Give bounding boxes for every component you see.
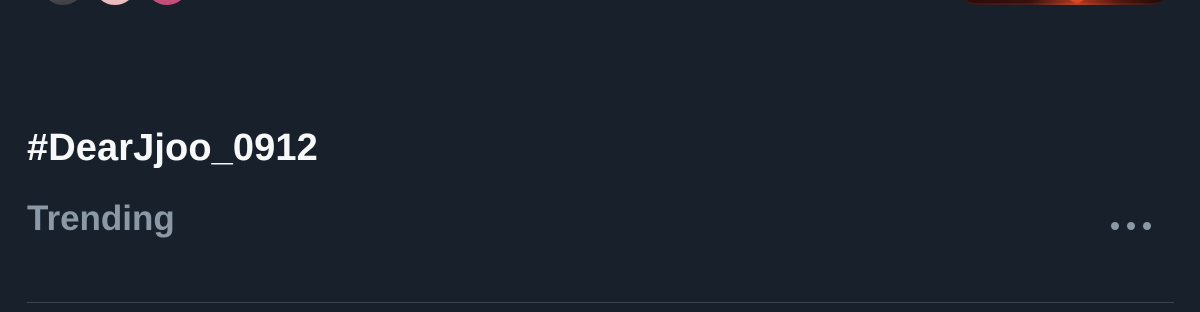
trending-screen: #DearJjoo_0912 Trending [0,0,1200,312]
avatar [38,0,88,8]
avatar-stack [38,0,208,8]
avatar [142,0,192,8]
trend-title: #DearJjoo_0912 [27,127,318,169]
divider [27,302,1174,303]
trend-meta-label: Trending [27,199,175,238]
more-button[interactable] [1101,207,1159,243]
dot [1143,222,1151,230]
media-thumbnail [958,0,1170,5]
dot [1111,222,1119,230]
avatar [90,0,140,8]
dot [1127,222,1135,230]
more-horizontal-icon [1111,222,1151,230]
trend-item[interactable]: #DearJjoo_0912 Trending [0,110,1200,285]
